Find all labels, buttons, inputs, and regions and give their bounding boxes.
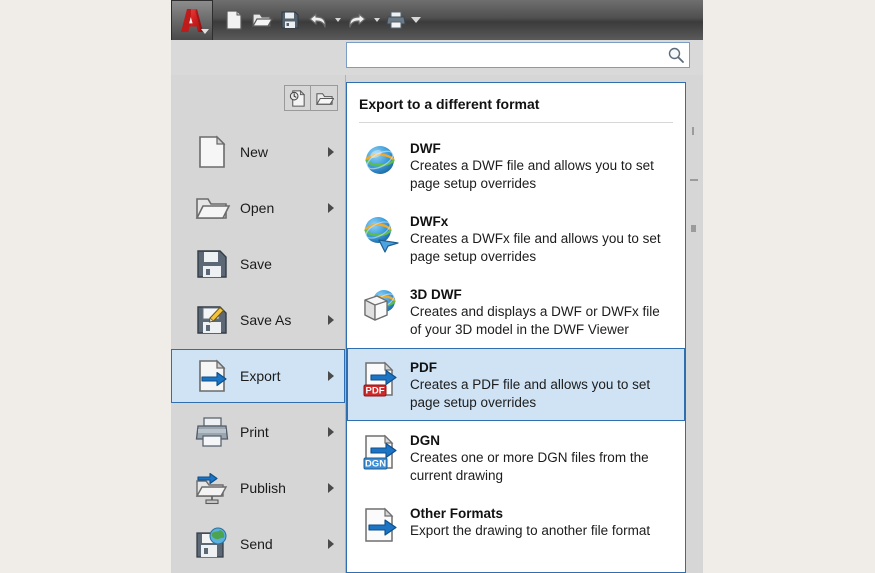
export-option-description: Creates a DWF file and allows you to set…: [410, 158, 654, 191]
scroll-mark: [692, 127, 694, 135]
sidebar-item-label: Open: [240, 200, 275, 216]
qat-save-button[interactable]: [277, 7, 303, 33]
sidebar: New Open Save Save As Export Print Publi…: [171, 75, 345, 573]
qat-open-button[interactable]: [249, 7, 275, 33]
title-bar: [171, 0, 703, 41]
export-option-other-formats[interactable]: Other Formats Export the drawing to anot…: [347, 494, 685, 556]
sidebar-item-label: Publish: [240, 480, 286, 496]
save-as-icon: [190, 300, 234, 340]
sidebar-item-label: New: [240, 144, 269, 160]
dwfx-globe-cursor-icon: [358, 211, 402, 255]
open-documents-button[interactable]: [311, 85, 338, 111]
recent-documents-icon: [289, 89, 306, 107]
submenu-arrow-icon: [328, 483, 334, 493]
submenu-title: Export to a different format: [359, 96, 540, 112]
send-icon: [190, 524, 234, 564]
export-icon: [190, 356, 234, 396]
sidebar-item-send[interactable]: Send: [171, 517, 345, 571]
search-box[interactable]: [346, 42, 690, 68]
export-option-dwf[interactable]: DWF Creates a DWF file and allows you to…: [347, 129, 685, 202]
export-option-title: PDF: [410, 360, 437, 375]
other-formats-page-arrow-icon: [358, 503, 402, 547]
open-folder-icon: [190, 188, 234, 228]
menu-body: New Open Save Save As Export Print Publi…: [171, 75, 703, 573]
sidebar-item-label: Save: [240, 256, 272, 272]
qat-undo-button[interactable]: [305, 7, 331, 33]
qat-redo-dropdown[interactable]: [372, 7, 381, 33]
search-input[interactable]: [347, 43, 663, 67]
application-menu-button[interactable]: [171, 0, 213, 41]
export-option-description: Creates one or more DGN files from the c…: [410, 450, 649, 483]
sidebar-item-save[interactable]: Save: [171, 237, 345, 291]
export-option-description: Creates a DWFx file and allows you to se…: [410, 231, 661, 264]
save-floppy-icon: [190, 244, 234, 284]
search-magnifier-icon[interactable]: [663, 43, 689, 67]
sidebar-item-label: Print: [240, 424, 269, 440]
scroll-mark: [691, 225, 696, 232]
sidebar-item-open[interactable]: Open: [171, 181, 345, 235]
quick-access-toolbar: [215, 0, 436, 40]
export-option-3d-dwf[interactable]: 3D DWF Creates and displays a DWF or DWF…: [347, 275, 685, 348]
publish-icon: [190, 468, 234, 508]
qat-undo-dropdown[interactable]: [333, 7, 342, 33]
export-option-title: 3D DWF: [410, 287, 462, 302]
submenu-arrow-icon: [328, 539, 334, 549]
dgn-page-arrow-icon: DGN: [358, 430, 402, 474]
sidebar-item-new[interactable]: New: [171, 125, 345, 179]
3d-dwf-cube-globe-icon: [358, 284, 402, 328]
document-view-toggles: [284, 85, 340, 111]
chevron-down-icon[interactable]: [201, 29, 209, 34]
export-option-title: Other Formats: [410, 506, 504, 521]
export-option-dwfx[interactable]: DWFx Creates a DWFx file and allows you …: [347, 202, 685, 275]
scroll-mark: [690, 179, 698, 181]
window-right-edge: [687, 75, 703, 573]
export-option-title: DGN: [410, 433, 440, 448]
export-option-description: Creates and displays a DWF or DWFx file …: [410, 304, 660, 337]
export-option-description: Export the drawing to another file forma…: [410, 523, 651, 538]
qat-print-button[interactable]: [383, 7, 409, 33]
printer-icon: [190, 412, 234, 452]
sidebar-item-save-as[interactable]: Save As: [171, 293, 345, 347]
export-option-dgn[interactable]: DGN DGN Creates one or more DGN files fr…: [347, 421, 685, 494]
sidebar-item-print[interactable]: Print: [171, 405, 345, 459]
qat-redo-button[interactable]: [344, 7, 370, 33]
submenu-arrow-icon: [328, 371, 334, 381]
sidebar-item-label: Export: [240, 368, 281, 384]
sidebar-item-publish[interactable]: Publish: [171, 461, 345, 515]
submenu-arrow-icon: [328, 147, 334, 157]
dwf-globe-icon: [358, 138, 402, 182]
submenu-arrow-icon: [328, 427, 334, 437]
export-submenu-panel: Export to a different format DWF Creates…: [346, 82, 686, 573]
qat-customize-dropdown[interactable]: [410, 7, 421, 33]
svg-text:DGN: DGN: [365, 459, 386, 470]
submenu-separator: [359, 122, 673, 123]
export-option-description: Creates a PDF file and allows you to set…: [410, 377, 651, 410]
sidebar-item-label: Save As: [240, 312, 292, 328]
export-option-pdf[interactable]: PDF PDF Creates a PDF file and allows yo…: [347, 348, 685, 421]
export-option-title: DWFx: [410, 214, 449, 229]
search-row: [171, 40, 703, 75]
submenu-arrow-icon: [328, 315, 334, 325]
export-option-title: DWF: [410, 141, 441, 156]
application-window: New Open Save Save As Export Print Publi…: [171, 0, 703, 573]
screen: New Open Save Save As Export Print Publi…: [0, 0, 875, 573]
recent-documents-button[interactable]: [284, 85, 311, 111]
sidebar-item-label: Send: [240, 536, 273, 552]
qat-new-button[interactable]: [221, 7, 247, 33]
submenu-arrow-icon: [328, 203, 334, 213]
sidebar-item-export[interactable]: Export: [171, 349, 345, 403]
new-document-icon: [190, 132, 234, 172]
open-documents-icon: [315, 92, 334, 105]
pdf-page-arrow-icon: PDF: [358, 357, 402, 401]
sidebar-items: New Open Save Save As Export Print Publi…: [171, 123, 345, 573]
svg-text:PDF: PDF: [366, 386, 385, 397]
